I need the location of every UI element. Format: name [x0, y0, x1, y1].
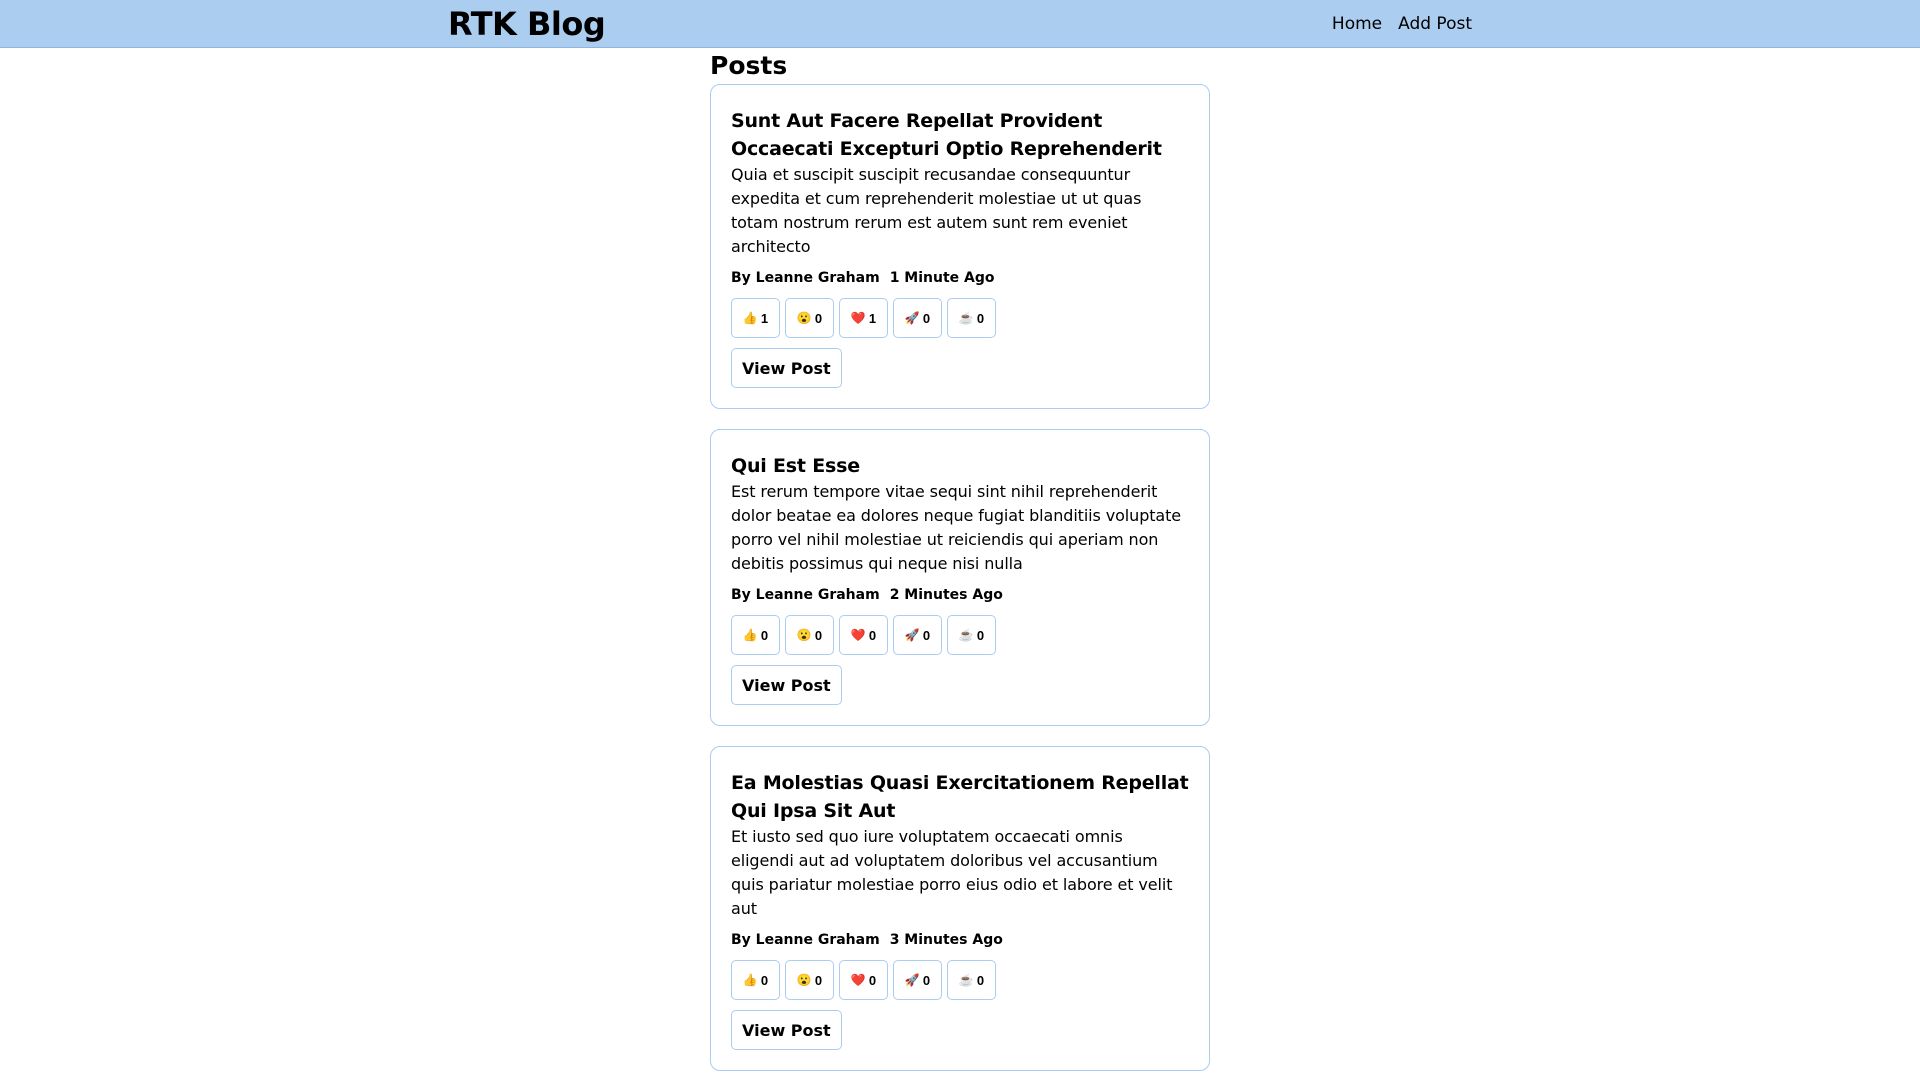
reaction-button-thumbs-up[interactable]: 👍 0 — [731, 960, 780, 1000]
post-list: Sunt Aut Facere Repellat Provident Occae… — [710, 84, 1210, 1071]
heart-icon: ❤️ — [850, 311, 866, 325]
reaction-button-coffee[interactable]: ☕ 0 — [947, 960, 996, 1000]
nav-add-post-link[interactable]: Add Post — [1398, 13, 1472, 35]
reaction-button-rocket[interactable]: 🚀 0 — [893, 615, 942, 655]
reaction-button-heart[interactable]: ❤️ 0 — [839, 615, 888, 655]
reaction-button-heart[interactable]: ❤️ 1 — [839, 298, 888, 338]
post-timestamp: 2 Minutes Ago — [889, 587, 1003, 603]
reaction-count: 0 — [868, 627, 877, 643]
reaction-buttons: 👍 0 😮 0 ❤️ 0 🚀 0 ☕ 0 — [731, 960, 1189, 1000]
reaction-count: 0 — [814, 972, 823, 988]
coffee-icon: ☕ — [958, 311, 974, 325]
thumbs-up-icon: 👍 — [742, 311, 758, 325]
reaction-count: 0 — [922, 627, 931, 643]
reaction-count: 1 — [760, 310, 769, 326]
reaction-count: 0 — [922, 972, 931, 988]
view-post-button[interactable]: View Post — [731, 1010, 842, 1050]
reaction-button-coffee[interactable]: ☕ 0 — [947, 298, 996, 338]
reaction-count: 0 — [922, 310, 931, 326]
post-card: Qui Est Esse Est rerum tempore vitae sequ… — [710, 429, 1210, 726]
post-author: By Leanne Graham — [731, 932, 880, 948]
reaction-button-wow-face[interactable]: 😮 0 — [785, 960, 834, 1000]
reaction-buttons: 👍 1 😮 0 ❤️ 1 🚀 0 ☕ 0 — [731, 298, 1189, 338]
wow-face-icon: 😮 — [796, 973, 812, 987]
reaction-count: 0 — [814, 310, 823, 326]
reaction-button-coffee[interactable]: ☕ 0 — [947, 615, 996, 655]
wow-face-icon: 😮 — [796, 311, 812, 325]
reaction-count: 0 — [976, 310, 985, 326]
post-timestamp: 3 Minutes Ago — [889, 932, 1003, 948]
post-title: Ea Molestias Quasi Exercitationem Repell… — [731, 772, 1189, 822]
heart-icon: ❤️ — [850, 973, 866, 987]
posts-section: Posts Sunt Aut Facere Repellat Provident… — [710, 50, 1210, 1091]
reaction-count: 0 — [976, 972, 985, 988]
rocket-icon: 🚀 — [904, 311, 920, 325]
reaction-count: 0 — [814, 627, 823, 643]
reaction-count: 0 — [760, 972, 769, 988]
reaction-button-wow-face[interactable]: 😮 0 — [785, 615, 834, 655]
rocket-icon: 🚀 — [904, 628, 920, 642]
post-title: Qui Est Esse — [731, 455, 860, 477]
reaction-button-thumbs-up[interactable]: 👍 0 — [731, 615, 780, 655]
reaction-button-rocket[interactable]: 🚀 0 — [893, 298, 942, 338]
reaction-button-rocket[interactable]: 🚀 0 — [893, 960, 942, 1000]
post-meta: By Leanne Graham 1 Minute Ago — [731, 268, 1189, 288]
thumbs-up-icon: 👍 — [742, 628, 758, 642]
post-card: Ea Molestias Quasi Exercitationem Repell… — [710, 746, 1210, 1071]
nav-home-link[interactable]: Home — [1332, 13, 1382, 35]
post-meta: By Leanne Graham 3 Minutes Ago — [731, 930, 1189, 950]
site-brand[interactable]: RTK Blog — [448, 4, 606, 44]
reaction-button-thumbs-up[interactable]: 👍 1 — [731, 298, 780, 338]
post-author: By Leanne Graham — [731, 270, 880, 286]
post-title: Sunt Aut Facere Repellat Provident Occae… — [731, 110, 1162, 160]
reaction-buttons: 👍 0 😮 0 ❤️ 0 🚀 0 ☕ 0 — [731, 615, 1189, 655]
wow-face-icon: 😮 — [796, 628, 812, 642]
rocket-icon: 🚀 — [904, 973, 920, 987]
post-card: Sunt Aut Facere Repellat Provident Occae… — [710, 84, 1210, 409]
view-post-button[interactable]: View Post — [731, 665, 842, 705]
site-header: RTK Blog Home Add Post — [0, 0, 1920, 48]
reaction-count: 1 — [868, 310, 877, 326]
heart-icon: ❤️ — [850, 628, 866, 642]
coffee-icon: ☕ — [958, 973, 974, 987]
reaction-count: 0 — [976, 627, 985, 643]
page-title: Posts — [710, 51, 788, 80]
post-excerpt: Et iusto sed quo iure voluptatem occaeca… — [731, 827, 1173, 918]
post-excerpt: Est rerum tempore vitae sequi sint nihil… — [731, 482, 1182, 573]
post-meta: By Leanne Graham 2 Minutes Ago — [731, 585, 1189, 605]
post-author: By Leanne Graham — [731, 587, 880, 603]
thumbs-up-icon: 👍 — [742, 973, 758, 987]
reaction-button-heart[interactable]: ❤️ 0 — [839, 960, 888, 1000]
reaction-count: 0 — [868, 972, 877, 988]
post-timestamp: 1 Minute Ago — [889, 270, 995, 286]
post-excerpt: Quia et suscipit suscipit recusandae con… — [731, 165, 1142, 256]
main-nav: Home Add Post — [1332, 13, 1472, 35]
view-post-button[interactable]: View Post — [731, 348, 842, 388]
reaction-button-wow-face[interactable]: 😮 0 — [785, 298, 834, 338]
reaction-count: 0 — [760, 627, 769, 643]
coffee-icon: ☕ — [958, 628, 974, 642]
